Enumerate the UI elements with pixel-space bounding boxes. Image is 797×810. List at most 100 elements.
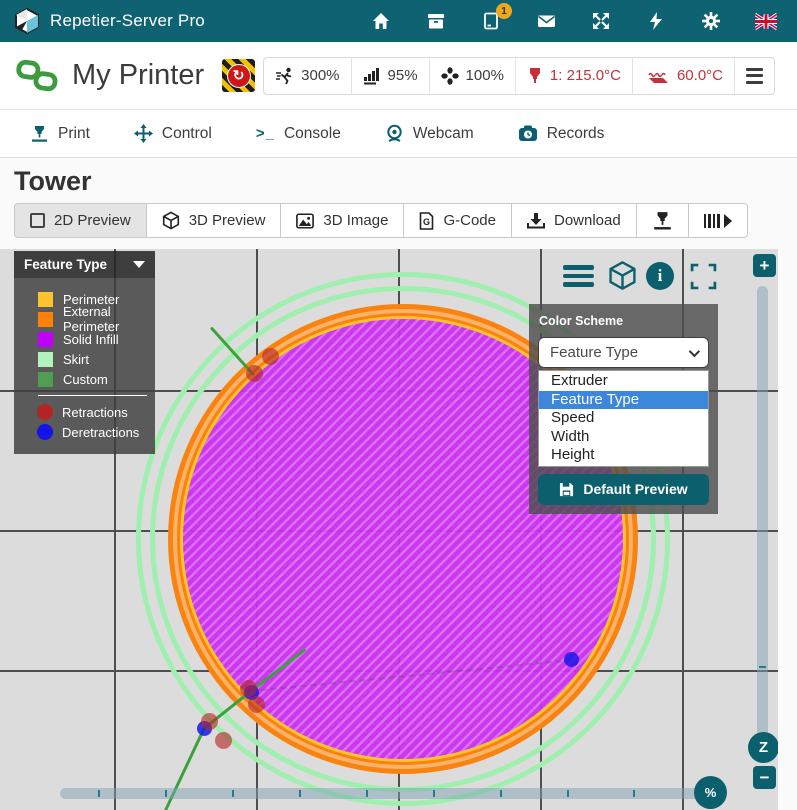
extruder-temp-control[interactable]: 1: 215.0°C: [515, 58, 632, 94]
home-icon[interactable]: [370, 10, 392, 32]
job-title: Tower: [0, 158, 797, 203]
tab-control-label: Control: [162, 125, 212, 143]
slider-tick: [433, 790, 435, 797]
zoom-in-button[interactable]: +: [753, 254, 776, 277]
3d-mode-button[interactable]: [607, 260, 638, 296]
archive-box-icon[interactable]: [425, 10, 447, 32]
records-camera-icon: [518, 125, 538, 142]
print-job-button[interactable]: [637, 203, 689, 238]
mail-icon[interactable]: [535, 10, 557, 32]
tab-print[interactable]: Print: [30, 125, 90, 143]
slider-tick: [759, 666, 766, 668]
webcam-icon: [385, 124, 404, 143]
deretractions-marker: [37, 424, 53, 440]
download-button[interactable]: Download: [512, 203, 637, 238]
retraction-dot: [240, 680, 257, 697]
zoom-out-button[interactable]: −: [753, 766, 776, 789]
fan-value: 100%: [466, 67, 504, 84]
info-button[interactable]: i: [646, 262, 674, 290]
z-axis-button[interactable]: Z: [748, 732, 778, 763]
connection-link-icon: [16, 55, 58, 97]
option-speed[interactable]: Speed: [539, 409, 708, 428]
tab-records[interactable]: Records: [518, 125, 605, 143]
printer-tabs: Print Control >_ Console Webcam Records: [0, 110, 797, 158]
print-nozzle-icon: [30, 125, 49, 143]
solid-infill-swatch: [38, 332, 53, 347]
preview-toolbar: 2D Preview 3D Preview 3D Image G G-Code …: [14, 203, 706, 238]
repetier-logo-icon[interactable]: [14, 8, 40, 34]
deretraction-dot: [564, 652, 579, 667]
legend-item-deretractions: Deretractions: [14, 422, 155, 442]
perimeter-swatch: [38, 292, 53, 307]
legend-label: Solid Infill: [63, 332, 119, 347]
option-width[interactable]: Width: [539, 428, 708, 447]
3d-preview-button[interactable]: 3D Preview: [147, 203, 282, 238]
slider-tick: [232, 790, 234, 797]
gcode-file-icon: G: [419, 212, 434, 230]
percent-button[interactable]: %: [694, 776, 727, 809]
power-bolt-icon[interactable]: [645, 10, 667, 32]
default-preview-label: Default Preview: [583, 481, 687, 497]
gcode-label: G-Code: [443, 212, 496, 229]
bed-temp-control[interactable]: 60.0°C: [632, 58, 734, 94]
printer-menu-button[interactable]: [734, 58, 774, 94]
option-feature-type[interactable]: Feature Type: [539, 391, 708, 410]
legend-label: External Perimeter: [63, 304, 155, 334]
percent-icon: %: [705, 785, 717, 800]
legend-label: Retractions: [62, 405, 128, 420]
speed-control[interactable]: 300%: [264, 58, 350, 94]
3d-image-button[interactable]: 3D Image: [281, 203, 404, 238]
tab-print-label: Print: [58, 125, 90, 143]
legend-label: Skirt: [63, 352, 89, 367]
retraction-dot: [248, 696, 265, 713]
tab-console[interactable]: >_ Console: [256, 125, 341, 143]
emergency-stop-button[interactable]: ↻: [222, 59, 255, 92]
expand-arrows-icon[interactable]: [590, 10, 612, 32]
info-icon: i: [658, 266, 663, 286]
legend-header[interactable]: Feature Type: [14, 251, 155, 278]
legend-label: Deretractions: [62, 425, 139, 440]
2d-preview-button[interactable]: 2D Preview: [14, 203, 147, 238]
color-scheme-panel: Color Scheme Feature Type Extruder Featu…: [529, 304, 718, 514]
option-height[interactable]: Height: [539, 446, 708, 465]
legend-item-custom: Custom: [14, 369, 155, 389]
printer-nozzle-icon: [652, 211, 673, 231]
estop-reset-icon: ↻: [227, 64, 251, 88]
tab-webcam-label: Webcam: [413, 125, 474, 143]
flow-control[interactable]: 95%: [351, 58, 429, 94]
fullscreen-icon: [690, 263, 717, 290]
retraction-dot: [262, 348, 279, 365]
bed-temp-value: 60.0°C: [677, 67, 723, 84]
vertical-layer-slider[interactable]: [757, 286, 768, 736]
slider-tick: [500, 790, 502, 797]
retractions-marker: [37, 404, 53, 420]
tab-webcam[interactable]: Webcam: [385, 124, 474, 143]
print-queue-icon[interactable]: 1: [480, 10, 502, 32]
color-scheme-select[interactable]: Feature Type: [538, 337, 709, 368]
flow-bars-icon: [363, 67, 381, 85]
default-preview-button[interactable]: Default Preview: [538, 474, 709, 505]
language-flag-icon[interactable]: [755, 10, 777, 32]
speed-runner-icon: [275, 67, 294, 85]
image-icon: [296, 213, 314, 229]
gcode-button[interactable]: G G-Code: [404, 203, 512, 238]
tab-records-label: Records: [547, 125, 605, 143]
minus-icon: −: [760, 768, 770, 788]
printer-name: My Printer: [72, 59, 204, 92]
preview-menu-button[interactable]: [563, 265, 594, 287]
custom-swatch: [38, 372, 53, 387]
slider-tick: [633, 790, 635, 797]
settings-gear-icon[interactable]: [700, 10, 722, 32]
speed-value: 300%: [301, 67, 339, 84]
fan-control[interactable]: 100%: [429, 58, 515, 94]
horizontal-layer-slider[interactable]: [60, 788, 710, 799]
fullscreen-button[interactable]: [690, 263, 717, 295]
barcode-play-icon: [704, 214, 732, 228]
download-icon: [527, 212, 545, 229]
tab-control[interactable]: Control: [134, 124, 212, 143]
z-label: Z: [759, 739, 768, 756]
slider-tick: [165, 790, 167, 797]
gcode-2d-preview-canvas[interactable]: Feature Type Perimeter External Perimete…: [0, 249, 778, 810]
option-extruder[interactable]: Extruder: [539, 372, 708, 391]
continuous-print-button[interactable]: [689, 203, 748, 238]
